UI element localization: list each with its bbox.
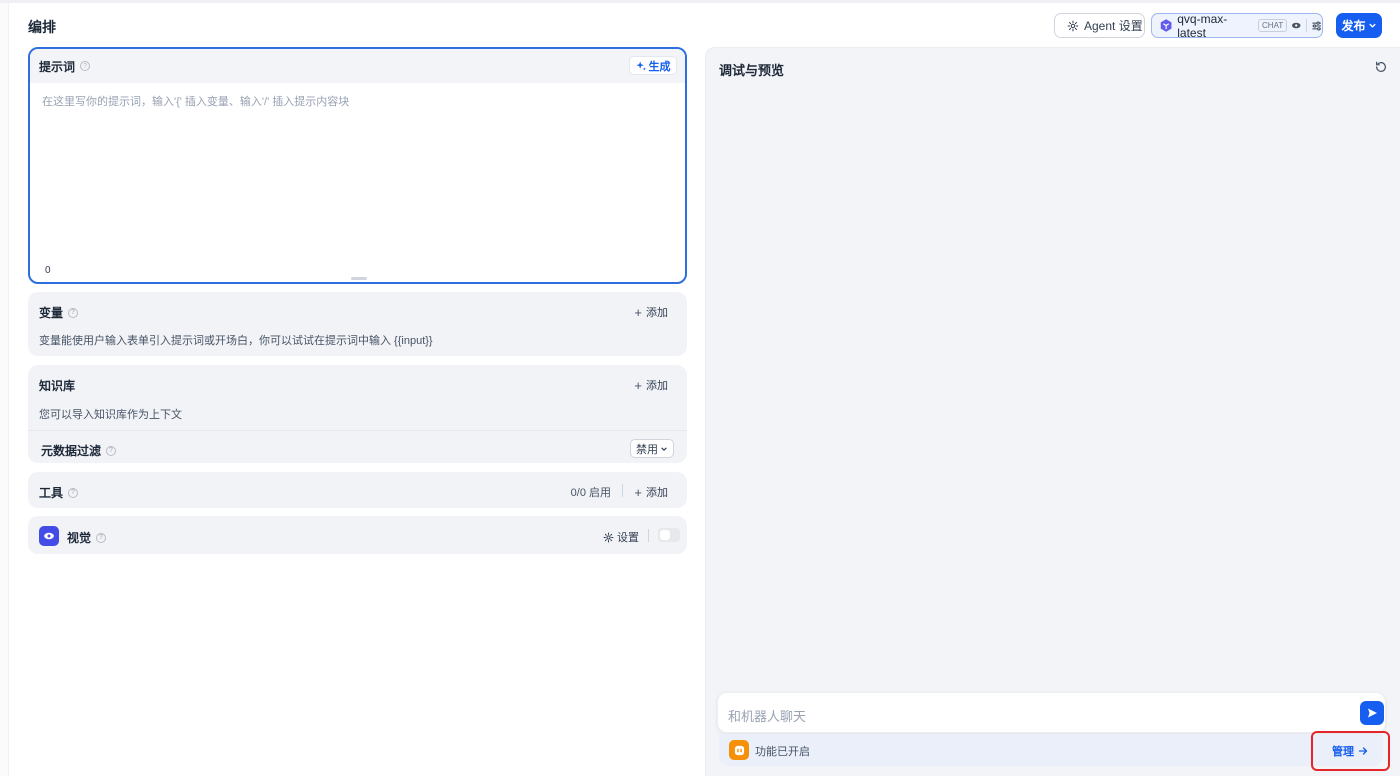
variables-card: 变量 ? + 添加 变量能使用户输入表单引入提示词或开场白，你可以试试在提示词中… bbox=[28, 292, 687, 356]
top-border bbox=[0, 0, 1400, 3]
eye-icon bbox=[1292, 22, 1301, 29]
divider bbox=[622, 484, 623, 497]
metadata-filter-row: 元数据过滤 ? bbox=[41, 442, 117, 459]
prompt-editor-panel: 提示词 ? 生成 在这里写你的提示词，输入'{' 插入变量、输入'/' 插入提示… bbox=[28, 47, 687, 284]
vision-title: 视觉 bbox=[67, 531, 92, 545]
feature-status-bar: 功能已开启 管理 bbox=[719, 734, 1383, 766]
feature-status-text: 功能已开启 bbox=[755, 746, 810, 758]
divider bbox=[648, 529, 649, 542]
add-tool-button[interactable]: + 添加 bbox=[634, 484, 668, 500]
add-variable-button[interactable]: + 添加 bbox=[634, 304, 668, 320]
refresh-icon[interactable] bbox=[1374, 60, 1388, 74]
tools-title: 工具 bbox=[39, 486, 64, 500]
help-icon[interactable]: ? bbox=[106, 445, 117, 456]
agent-settings-button[interactable]: Agent 设置 bbox=[1054, 13, 1145, 38]
page-title: 编排 bbox=[28, 19, 56, 35]
chevron-down-icon bbox=[1368, 23, 1376, 28]
help-icon[interactable]: ? bbox=[68, 487, 79, 498]
tools-title-row: 工具 ? bbox=[39, 484, 79, 501]
chevron-down-icon bbox=[661, 446, 667, 451]
add-knowledge-button[interactable]: + 添加 bbox=[634, 377, 668, 393]
divider bbox=[28, 430, 687, 431]
metadata-filter-label: 元数据过滤 bbox=[41, 444, 102, 458]
sparkle-icon bbox=[635, 60, 646, 71]
publish-label: 发布 bbox=[1341, 19, 1366, 33]
plus-icon: + bbox=[634, 484, 642, 500]
manage-highlight-box bbox=[1311, 731, 1390, 771]
sliders-icon[interactable] bbox=[1311, 20, 1322, 32]
model-divider bbox=[1305, 19, 1307, 32]
gear-icon bbox=[1067, 20, 1079, 31]
vision-toggle[interactable] bbox=[658, 528, 680, 542]
send-icon bbox=[1368, 708, 1377, 718]
metadata-filter-select[interactable]: 禁用 bbox=[630, 439, 674, 458]
feature-icon bbox=[729, 740, 749, 760]
prompt-textarea[interactable]: 在这里写你的提示词，输入'{' 插入变量、输入'/' 插入提示内容块 bbox=[42, 93, 349, 109]
variables-title-row: 变量 ? bbox=[39, 304, 79, 321]
resize-handle[interactable] bbox=[351, 277, 367, 280]
help-icon[interactable]: ? bbox=[68, 307, 79, 318]
model-name: qvq-max-latest bbox=[1177, 11, 1228, 40]
metadata-filter-value: 禁用 bbox=[636, 443, 658, 456]
vision-title-row: 视觉 ? bbox=[67, 529, 107, 546]
gear-icon bbox=[603, 532, 614, 542]
vision-settings-button[interactable]: 设置 bbox=[603, 529, 639, 545]
knowledge-description: 您可以导入知识库作为上下文 bbox=[39, 409, 182, 421]
agent-settings-label: Agent 设置 bbox=[1084, 19, 1143, 33]
preview-title: 调试与预览 bbox=[719, 63, 785, 78]
vision-icon bbox=[39, 526, 59, 546]
model-selector[interactable]: qvq-max-latest CHAT bbox=[1151, 11, 1323, 40]
feature-quote-icon bbox=[734, 745, 744, 755]
model-type-badge: CHAT bbox=[1258, 19, 1288, 32]
model-logo-icon bbox=[1160, 19, 1172, 32]
generate-label: 生成 bbox=[648, 60, 671, 73]
add-label: 添加 bbox=[646, 380, 668, 392]
left-edge bbox=[0, 3, 9, 776]
prompt-title: 提示词 bbox=[39, 59, 76, 74]
eye-icon bbox=[44, 532, 54, 540]
tools-card: 工具 ? 0/0 启用 + 添加 bbox=[28, 472, 687, 508]
prompt-header: 提示词 ? 生成 bbox=[30, 49, 685, 83]
plus-icon: + bbox=[634, 377, 642, 393]
knowledge-card: 知识库 + 添加 您可以导入知识库作为上下文 元数据过滤 ? 禁用 bbox=[28, 365, 687, 463]
send-button[interactable] bbox=[1360, 701, 1384, 725]
char-count: 0 bbox=[45, 265, 51, 276]
chat-input-placeholder: 和机器人聊天 bbox=[728, 709, 807, 724]
publish-button[interactable]: 发布 bbox=[1336, 13, 1382, 38]
help-icon[interactable]: ? bbox=[80, 61, 91, 71]
toggle-knob bbox=[660, 530, 670, 540]
tools-enabled-count: 0/0 启用 bbox=[570, 487, 611, 499]
knowledge-title: 知识库 bbox=[39, 379, 76, 393]
debug-preview-panel: 调试与预览 和机器人聊天 功能已开启 管理 bbox=[705, 47, 1400, 776]
variables-description: 变量能使用户输入表单引入提示词或开场白，你可以试试在提示词中输入 {{input… bbox=[39, 335, 433, 347]
variables-title: 变量 bbox=[39, 306, 64, 320]
help-icon[interactable]: ? bbox=[96, 532, 107, 543]
generate-button[interactable]: 生成 bbox=[629, 56, 677, 75]
chat-input[interactable]: 和机器人聊天 bbox=[717, 692, 1386, 733]
add-label: 添加 bbox=[646, 307, 668, 319]
add-label: 添加 bbox=[646, 487, 668, 499]
vision-settings-label: 设置 bbox=[617, 532, 639, 544]
plus-icon: + bbox=[634, 304, 642, 320]
vision-card: 视觉 ? 设置 bbox=[28, 516, 687, 554]
